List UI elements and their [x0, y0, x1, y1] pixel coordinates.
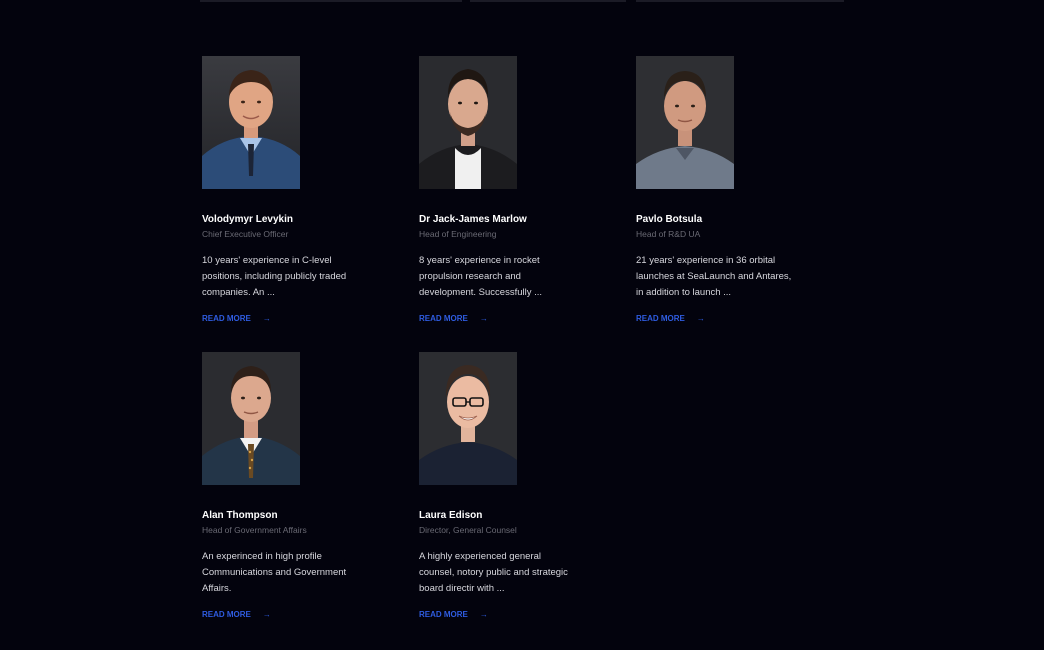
member-bio: An experinced in high profile Communicat…	[202, 551, 347, 594]
member-bio: 10 years' experience in C-level position…	[202, 255, 347, 298]
portrait-photo	[419, 56, 517, 189]
team-card: Volodymyr Levykin Chief Executive Office…	[202, 56, 372, 326]
arrow-right-icon: →	[696, 314, 705, 323]
team-card: Laura Edison Director, General Counsel A…	[419, 352, 589, 622]
member-role: Chief Executive Officer	[202, 229, 289, 239]
team-card: Pavlo Botsula Head of R&D UA 21 years' e…	[636, 56, 806, 326]
portrait-photo	[202, 352, 300, 485]
arrow-right-icon: →	[479, 610, 488, 619]
arrow-right-icon: →	[262, 314, 271, 323]
team-section: Volodymyr Levykin Chief Executive Office…	[0, 0, 1044, 650]
member-name: Laura Edison	[419, 510, 483, 521]
member-bio: 21 years' experience in 36 orbital launc…	[636, 255, 792, 298]
top-divider	[470, 0, 626, 2]
team-card: Alan Thompson Head of Government Affairs…	[202, 352, 372, 622]
member-role: Head of Engineering	[419, 229, 497, 239]
read-more-label: READ MORE	[636, 314, 685, 323]
read-more-link[interactable]: READ MORE →	[202, 610, 271, 620]
member-name: Alan Thompson	[202, 510, 278, 521]
arrow-right-icon: →	[262, 610, 271, 619]
portrait-photo	[419, 352, 517, 485]
read-more-link[interactable]: READ MORE →	[419, 314, 488, 324]
top-divider	[636, 0, 844, 2]
member-name: Dr Jack-James Marlow	[419, 214, 527, 225]
top-divider	[200, 0, 462, 2]
read-more-label: READ MORE	[202, 314, 251, 323]
portrait-photo	[202, 56, 300, 189]
read-more-link[interactable]: READ MORE →	[202, 314, 271, 324]
member-bio: A highly experienced general counsel, no…	[419, 551, 568, 594]
arrow-right-icon: →	[479, 314, 488, 323]
member-role: Head of R&D UA	[636, 229, 701, 239]
read-more-label: READ MORE	[202, 610, 251, 619]
member-role: Head of Government Affairs	[202, 525, 307, 535]
read-more-label: READ MORE	[419, 314, 468, 323]
read-more-link[interactable]: READ MORE →	[636, 314, 705, 324]
portrait-photo	[636, 56, 734, 189]
member-name: Pavlo Botsula	[636, 214, 703, 225]
read-more-link[interactable]: READ MORE →	[419, 610, 488, 620]
member-bio: 8 years' experience in rocket propulsion…	[419, 255, 543, 298]
team-card: Dr Jack-James Marlow Head of Engineering…	[419, 56, 589, 326]
read-more-label: READ MORE	[419, 610, 468, 619]
member-role: Director, General Counsel	[419, 525, 517, 535]
member-name: Volodymyr Levykin	[202, 214, 293, 225]
